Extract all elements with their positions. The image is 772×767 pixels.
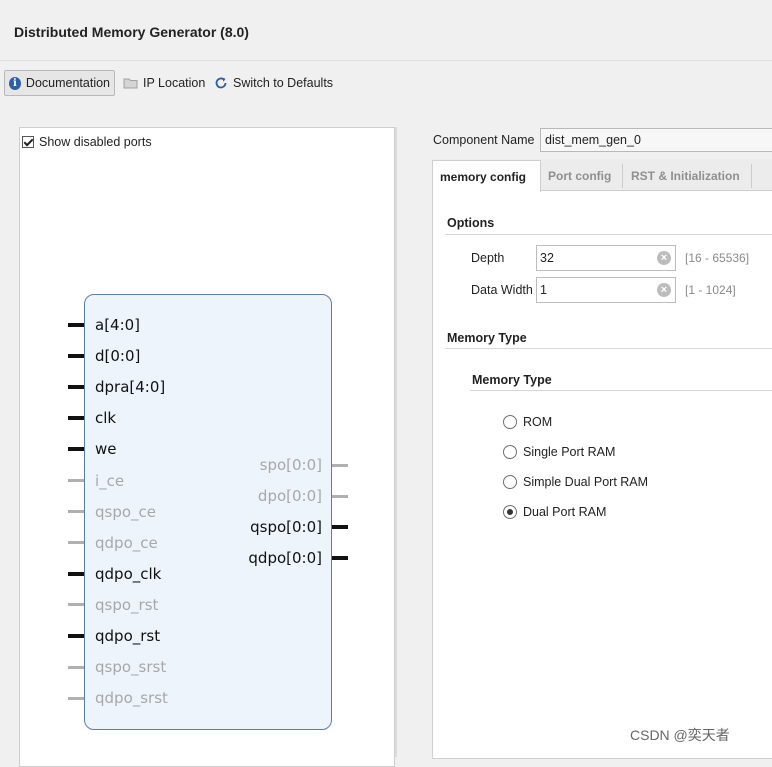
documentation-button[interactable]: i Documentation xyxy=(4,70,115,96)
tab-port-config[interactable]: Port config xyxy=(541,160,621,191)
pin-stub-qdpo_rst xyxy=(68,634,84,638)
pin-label-qspo_ce: qspo_ce xyxy=(95,502,157,521)
show-disabled-ports-label: Show disabled ports xyxy=(39,135,152,149)
panel-splitter[interactable] xyxy=(395,127,397,757)
component-name-input[interactable]: dist_mem_gen_0 xyxy=(540,128,772,152)
pin-stub-qdpo xyxy=(332,556,348,561)
show-disabled-ports-checkbox[interactable]: Show disabled ports xyxy=(22,135,152,149)
memory-type-divider xyxy=(445,348,772,349)
memory-type-subheader: Memory Type xyxy=(472,373,552,387)
radio-single-port-ram-label: Single Port RAM xyxy=(523,445,616,459)
data-width-value: 1 xyxy=(540,283,547,297)
info-icon: i xyxy=(9,76,21,90)
pin-stub-d xyxy=(68,354,84,359)
clear-icon[interactable]: × xyxy=(657,251,671,265)
memory-type-sub-divider xyxy=(470,390,772,391)
checkbox-checked-icon[interactable] xyxy=(22,136,34,148)
data-width-label: Data Width xyxy=(471,283,533,297)
radio-button-icon[interactable] xyxy=(503,475,517,489)
folder-icon xyxy=(123,78,138,89)
pin-label-qdpo_rst: qdpo_rst xyxy=(95,627,161,645)
radio-button-icon[interactable] xyxy=(503,415,517,429)
pin-label-qdpo: qdpo[0:0] xyxy=(248,549,322,568)
pin-label-clk: clk xyxy=(95,409,117,428)
pin-stub-i_ce xyxy=(68,479,84,482)
switch-to-defaults-button[interactable]: Switch to Defaults xyxy=(210,70,337,96)
tab-divider xyxy=(751,164,752,188)
radio-rom[interactable]: ROM xyxy=(503,415,552,429)
pin-label-a: a[4:0] xyxy=(95,316,141,334)
switch-defaults-label: Switch to Defaults xyxy=(233,76,334,90)
pin-label-qspo_srst: qspo_srst xyxy=(95,658,167,677)
radio-dual-port-ram-label: Dual Port RAM xyxy=(523,505,607,519)
radio-simple-dual-port-ram[interactable]: Simple Dual Port RAM xyxy=(503,475,648,489)
ip-location-button[interactable]: IP Location xyxy=(119,70,209,96)
clear-icon[interactable]: × xyxy=(657,283,671,297)
options-header: Options xyxy=(447,216,495,230)
watermark: CSDN @奕天者 xyxy=(630,727,730,743)
data-width-range: [1 - 1024] xyxy=(685,283,736,297)
tab-rst-initialization[interactable]: RST & Initialization xyxy=(624,160,750,191)
radio-dual-port-ram[interactable]: Dual Port RAM xyxy=(503,505,606,519)
pin-stub-qdpo_clk xyxy=(68,571,84,576)
radio-button-selected-icon[interactable] xyxy=(503,505,517,519)
pin-stub-a xyxy=(68,323,84,327)
header-divider xyxy=(0,60,772,61)
documentation-label: Documentation xyxy=(25,76,110,90)
radio-button-icon[interactable] xyxy=(503,445,517,459)
radio-rom-label: ROM xyxy=(523,415,553,429)
tab-memory-config[interactable]: memory config xyxy=(432,160,541,192)
pin-label-we: we xyxy=(95,440,117,459)
window-title: Distributed Memory Generator (8.0) xyxy=(14,24,249,40)
pin-stub-dpo xyxy=(332,494,348,498)
data-width-input[interactable]: 1 × xyxy=(536,277,676,303)
pin-stub-qdpo_srst xyxy=(68,696,84,700)
pin-label-dpo: dpo[0:0] xyxy=(257,487,322,506)
options-divider xyxy=(445,234,772,235)
pin-label-qdpo_ce: qdpo_ce xyxy=(95,533,158,552)
pin-stub-we xyxy=(68,447,84,452)
pin-label-i_ce: i_ce xyxy=(95,471,125,490)
pin-stub-qdpo_ce xyxy=(68,541,84,545)
radio-simple-dual-port-ram-label: Simple Dual Port RAM xyxy=(523,475,649,489)
pin-stub-clk xyxy=(68,416,84,421)
pin-label-spo: spo[0:0] xyxy=(259,456,322,474)
pin-label-dpra: dpra[4:0] xyxy=(95,378,166,397)
refresh-icon xyxy=(215,77,227,89)
pin-stub-dpra xyxy=(68,385,84,390)
pin-label-qspo_rst: qspo_rst xyxy=(95,595,159,614)
depth-input[interactable]: 32 × xyxy=(536,245,676,271)
pin-stub-qspo_rst xyxy=(68,603,84,607)
pin-stub-qspo xyxy=(332,525,348,530)
tab-divider xyxy=(622,164,623,188)
ip-location-label: IP Location xyxy=(143,76,206,90)
memory-type-section-header: Memory Type xyxy=(447,331,527,345)
pin-stub-qspo_ce xyxy=(68,510,84,514)
depth-value: 32 xyxy=(540,251,554,265)
pin-label-qspo: qspo[0:0] xyxy=(250,518,322,537)
pin-label-qdpo_clk: qdpo_clk xyxy=(95,564,162,583)
pin-label-d: d[0:0] xyxy=(95,347,141,366)
radio-single-port-ram[interactable]: Single Port RAM xyxy=(503,445,615,459)
component-name-label: Component Name xyxy=(433,133,535,147)
pin-label-qdpo_srst: qdpo_srst xyxy=(95,689,168,708)
pin-stub-spo xyxy=(332,463,348,467)
pin-stub-qspo_srst xyxy=(68,665,84,669)
depth-range: [16 - 65536] xyxy=(685,251,750,265)
depth-label: Depth xyxy=(471,251,505,265)
